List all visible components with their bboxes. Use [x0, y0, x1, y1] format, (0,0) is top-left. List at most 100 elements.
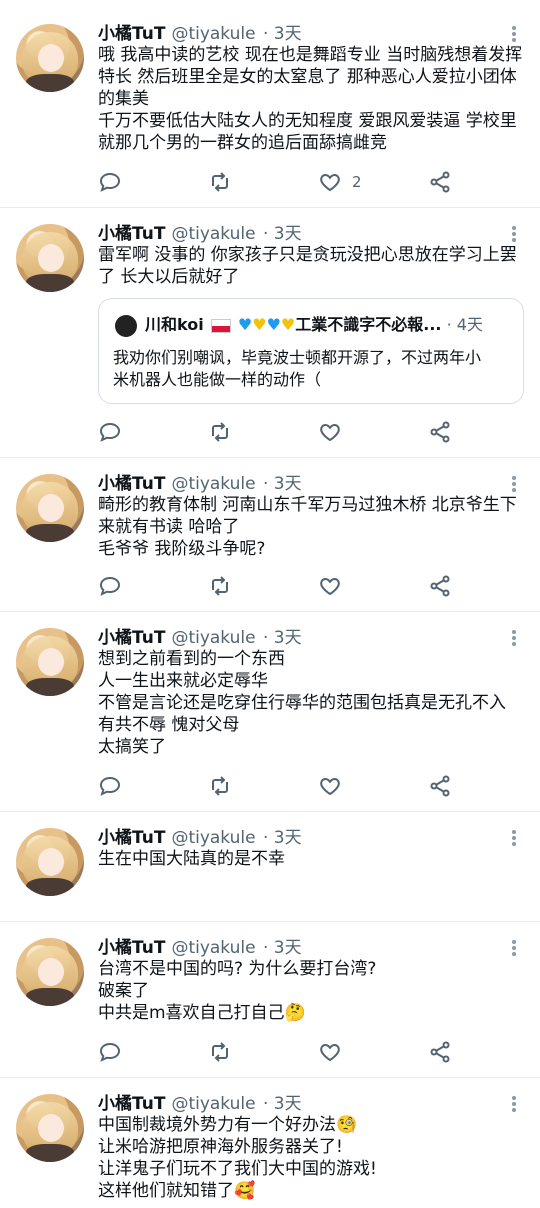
- share-button[interactable]: [428, 1038, 452, 1066]
- tweet-line: 哦 我高中读的艺校 现在也是舞蹈专业 当时脑残想着发挥: [98, 45, 523, 65]
- username[interactable]: @tiyakule: [171, 938, 255, 958]
- reply-button[interactable]: [98, 1038, 122, 1066]
- timestamp[interactable]: · 3天: [263, 474, 302, 494]
- avatar[interactable]: [16, 224, 84, 292]
- display-name[interactable]: 小橘TuT: [98, 224, 165, 244]
- username[interactable]: @tiyakule: [171, 224, 255, 244]
- display-name[interactable]: 小橘TuT: [98, 828, 165, 848]
- retweet-icon: [212, 1042, 228, 1062]
- more-icon[interactable]: [504, 628, 524, 648]
- like-button[interactable]: [318, 418, 342, 446]
- tweet-3[interactable]: 小橘TuT @tiyakule · 3天 畸形的教育体制 河南山东千军万马过独木桥…: [0, 458, 540, 612]
- display-name[interactable]: 小橘TuT: [98, 24, 165, 44]
- tweet-line: 千万不要低估大陆女人的无知程度 爱跟风爱装逼 学校里: [98, 111, 517, 131]
- reply-icon: [99, 576, 121, 596]
- reply-button[interactable]: [98, 168, 122, 196]
- timestamp[interactable]: · 3天: [263, 24, 302, 44]
- tweet-actions: [98, 572, 518, 600]
- quoted-tweet[interactable]: 川和koi ♥♥♥♥工業不識字不必報... · 4天 我劝你们别嘲讽，毕竟波士顿…: [98, 298, 524, 404]
- retweet-button[interactable]: [208, 418, 232, 446]
- tweet-7[interactable]: 小橘TuT @tiyakule · 3天 中国制裁境外势力有一个好办法🧐 让米哈游…: [0, 1078, 540, 1208]
- timestamp[interactable]: · 3天: [263, 938, 302, 958]
- retweet-button[interactable]: [208, 168, 232, 196]
- share-icon: [430, 171, 450, 193]
- reply-button[interactable]: [98, 772, 122, 800]
- avatar[interactable]: [16, 24, 84, 92]
- avatar[interactable]: [16, 474, 84, 542]
- username[interactable]: @tiyakule: [171, 828, 255, 848]
- tweet-line: 破案了: [98, 981, 149, 1001]
- more-icon[interactable]: [504, 828, 524, 848]
- tweet-line: 特长 然后班里全是女的太窒息了 那种恶心人爱拉小团体: [98, 67, 517, 87]
- reply-icon: [99, 422, 121, 442]
- like-button[interactable]: [318, 572, 342, 600]
- tweet-text: 生在中国大陆真的是不幸: [98, 848, 526, 870]
- tweet-header: 小橘TuT @tiyakule · 3天: [98, 826, 302, 850]
- retweet-button[interactable]: [208, 1038, 232, 1066]
- heart-icon: [320, 423, 340, 442]
- heart-icon: [320, 1043, 340, 1062]
- tweet-text: 想到之前看到的一个东西 人一生出来就必定辱华 不管是言论还是吃穿住行辱华的范围包…: [98, 648, 526, 758]
- timestamp[interactable]: · 3天: [263, 628, 302, 648]
- tweet-text: 畸形的教育体制 河南山东千军万马过独木桥 北京爷生下 来就有书读 哈哈了 毛爷爷…: [98, 494, 526, 560]
- tweet-line: 畸形的教育体制 河南山东千军万马过独木桥 北京爷生下: [98, 495, 517, 515]
- tweet-2[interactable]: 小橘TuT @tiyakule · 3天 雷军啊 没事的 你家孩子只是贪玩没把心思…: [0, 208, 540, 458]
- like-button[interactable]: [318, 1038, 342, 1066]
- quoted-header: 川和koi ♥♥♥♥工業不識字不必報... · 4天: [145, 313, 483, 337]
- avatar[interactable]: [16, 628, 84, 696]
- tweet-line: 想到之前看到的一个东西: [98, 649, 285, 669]
- tweet-actions: 2: [98, 168, 518, 196]
- tweet-line: 来就有书读 哈哈了: [98, 517, 240, 537]
- avatar[interactable]: [16, 938, 84, 1006]
- display-name[interactable]: 小橘TuT: [98, 938, 165, 958]
- more-icon[interactable]: [504, 24, 524, 44]
- tweet-1[interactable]: 小橘TuT @tiyakule · 3天 哦 我高中读的艺校 现在也是舞蹈专业 当…: [0, 0, 540, 208]
- tweet-5[interactable]: 小橘TuT @tiyakule · 3天 生在中国大陆真的是不幸: [0, 812, 540, 922]
- username[interactable]: @tiyakule: [171, 628, 255, 648]
- display-name[interactable]: 小橘TuT: [98, 628, 165, 648]
- share-icon: [430, 421, 450, 443]
- avatar[interactable]: [16, 828, 84, 896]
- tweet-4[interactable]: 小橘TuT @tiyakule · 3天 想到之前看到的一个东西 人一生出来就必定…: [0, 612, 540, 812]
- tweet-line: 就那几个男的一群女的追后面舔搞雌竞: [98, 133, 387, 153]
- share-button[interactable]: [428, 572, 452, 600]
- share-button[interactable]: [428, 168, 452, 196]
- more-icon[interactable]: [504, 1094, 524, 1114]
- reply-button[interactable]: [98, 572, 122, 600]
- heart-icon: [320, 777, 340, 796]
- retweet-icon: [212, 776, 228, 796]
- username[interactable]: @tiyakule: [171, 24, 255, 44]
- quoted-avatar: [115, 315, 137, 337]
- like-button[interactable]: 2: [318, 168, 362, 196]
- timeline-feed: 小橘TuT @tiyakule · 3天 哦 我高中读的艺校 现在也是舞蹈专业 当…: [0, 0, 540, 1208]
- avatar[interactable]: [16, 1094, 84, 1162]
- reply-icon: [99, 1042, 121, 1062]
- tweet-header: 小橘TuT @tiyakule · 3天: [98, 1092, 302, 1116]
- quoted-text: 我劝你们别嘲讽，毕竟波士顿都开源了，不过两年小 米机器人也能做一样的动作（: [113, 347, 513, 391]
- quoted-display-name: 川和koi: [145, 315, 204, 334]
- display-name[interactable]: 小橘TuT: [98, 474, 165, 494]
- username[interactable]: @tiyakule: [171, 474, 255, 494]
- share-button[interactable]: [428, 772, 452, 800]
- share-button[interactable]: [428, 418, 452, 446]
- reply-button[interactable]: [98, 418, 122, 446]
- retweet-button[interactable]: [208, 572, 232, 600]
- timestamp[interactable]: · 3天: [263, 828, 302, 848]
- timestamp[interactable]: · 3天: [263, 224, 302, 244]
- tweet-line: 的集美: [98, 89, 149, 109]
- username[interactable]: @tiyakule: [171, 1094, 255, 1114]
- tweet-text: 中国制裁境外势力有一个好办法🧐 让米哈游把原神海外服务器关了! 让洋鬼子们玩不了…: [98, 1114, 526, 1202]
- quoted-line: 米机器人也能做一样的动作（: [113, 370, 322, 389]
- more-icon[interactable]: [504, 938, 524, 958]
- display-name[interactable]: 小橘TuT: [98, 1094, 165, 1114]
- retweet-button[interactable]: [208, 772, 232, 800]
- timestamp[interactable]: · 3天: [263, 1094, 302, 1114]
- tweet-actions: [98, 772, 518, 800]
- share-icon: [430, 775, 450, 797]
- tweet-text: 雷军啊 没事的 你家孩子只是贪玩没把心思放在学习上罢 了 长大以后就好了: [98, 244, 526, 288]
- yellow-heart-icon: ♥: [252, 315, 267, 334]
- tweet-6[interactable]: 小橘TuT @tiyakule · 3天 台湾不是中国的吗? 为什么要打台湾? 破…: [0, 922, 540, 1078]
- more-icon[interactable]: [504, 474, 524, 494]
- like-button[interactable]: [318, 772, 342, 800]
- more-icon[interactable]: [504, 224, 524, 244]
